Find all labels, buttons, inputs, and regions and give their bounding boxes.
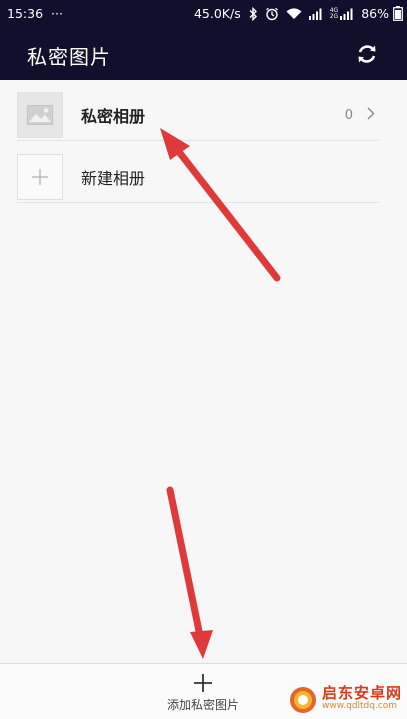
watermark: 启东安卓网 www.qdltdq.com (288, 685, 402, 715)
app-bar: 私密图片 (0, 28, 407, 80)
signal-icon-1 (308, 8, 323, 20)
watermark-logo-icon (289, 687, 316, 713)
album-count: 0 (344, 107, 353, 123)
image-icon (27, 104, 53, 125)
status-right: 45.0K/s 4G 2G 86% (187, 6, 403, 21)
album-label: 私密相册 (81, 106, 146, 126)
signal-icon-2: 4G 2G (329, 7, 354, 20)
refresh-icon (358, 45, 376, 63)
network-speed: 45.0K/s (193, 6, 241, 21)
add-private-image-label: 添加私密图片 (166, 697, 239, 712)
watermark-text: 启东安卓网 www.qdltdq.com (321, 684, 402, 713)
album-meta: 0 (345, 89, 375, 141)
status-dots: ··· (51, 6, 63, 21)
wifi-icon (286, 7, 302, 20)
album-list: 私密相册 0 新建相册 (0, 80, 407, 663)
page-title: 私密图片 (27, 45, 111, 69)
bottom-bar: 添加私密图片 启东安卓网 www.qdltdq.com (0, 663, 407, 719)
status-left: 15:36 ··· (7, 6, 63, 21)
add-icon (194, 673, 212, 692)
watermark-brand: 启东安卓网 (321, 684, 402, 702)
album-thumbnail (17, 91, 63, 138)
network-type: 4G 2G (329, 7, 339, 20)
refresh-button[interactable] (355, 42, 379, 66)
alarm-icon (265, 7, 279, 21)
album-row-private[interactable]: 私密相册 0 (17, 89, 379, 141)
status-bar: 15:36 ··· 45.0K/s 4G 2G 86% (0, 0, 407, 28)
status-time: 15:36 (7, 6, 44, 21)
battery-icon (393, 6, 403, 21)
plus-icon (17, 153, 63, 200)
new-album-label: 新建相册 (81, 168, 146, 188)
battery-percent: 86% (361, 6, 389, 21)
network-type-bottom: 2G (329, 12, 339, 20)
watermark-url: www.qdltdq.com (321, 701, 398, 711)
new-album-row[interactable]: 新建相册 (17, 151, 379, 203)
chevron-right-icon (367, 107, 375, 124)
bluetooth-icon (248, 6, 258, 21)
add-private-image-button[interactable]: 添加私密图片 (148, 664, 258, 719)
